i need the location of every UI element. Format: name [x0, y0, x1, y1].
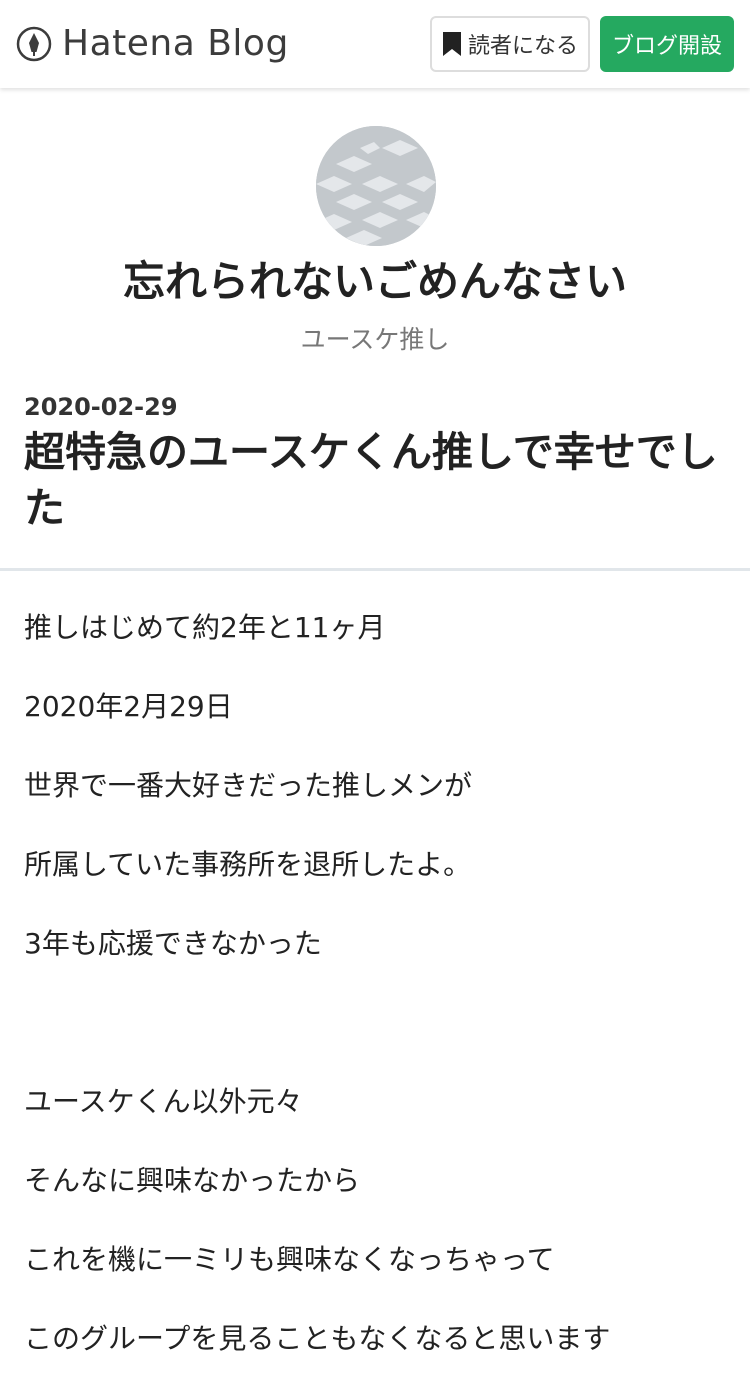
- entry-paragraph: 2020年2月29日: [24, 690, 233, 723]
- divider: [0, 568, 750, 571]
- entry-date[interactable]: 2020-02-29: [24, 392, 178, 422]
- entry-title[interactable]: 超特急のユースケくん推しで幸せでした: [24, 424, 730, 536]
- entry-paragraph: 所属していた事務所を退所したよ。: [24, 848, 472, 881]
- top-bar: Hatena Blog 読者になる ブログ開設: [0, 0, 750, 88]
- bookmark-icon: [442, 32, 461, 56]
- entry-body: 推しはじめて約2年と11ヶ月 2020年2月29日 世界で一番大好きだった推しメ…: [24, 604, 726, 1394]
- blog-title[interactable]: 忘れられないごめんなさい: [0, 254, 750, 310]
- subscribe-button[interactable]: 読者になる: [430, 16, 590, 72]
- hatena-blog-logo[interactable]: Hatena Blog: [16, 24, 289, 64]
- entry-paragraph: これを機に一ミリも興味なくなっちゃって: [24, 1243, 555, 1276]
- open-blog-label: ブログ開設: [611, 34, 722, 59]
- open-blog-button[interactable]: ブログ開設: [600, 16, 734, 72]
- entry-paragraph: 世界で一番大好きだった推しメンが: [24, 769, 473, 802]
- avatar-pattern-icon: [316, 126, 436, 246]
- blog-description: ユースケ推し: [300, 325, 450, 354]
- subscribe-label: 読者になる: [467, 34, 578, 59]
- fountain-pen-icon: [16, 26, 52, 62]
- entry-paragraph-blank: [24, 999, 726, 1078]
- entry-paragraph: 推しはじめて約2年と11ヶ月: [24, 611, 386, 644]
- entry-paragraph: 3年も応援できなかった: [24, 927, 322, 960]
- entry-paragraph: ユースケくん以外元々: [24, 1085, 303, 1118]
- entry-paragraph: そんなに興味なかったから: [24, 1164, 361, 1197]
- logo-text: Hatena Blog: [62, 23, 289, 64]
- entry-paragraph: このグループを見ることもなくなると思います: [24, 1322, 611, 1355]
- blog-avatar[interactable]: [316, 126, 436, 246]
